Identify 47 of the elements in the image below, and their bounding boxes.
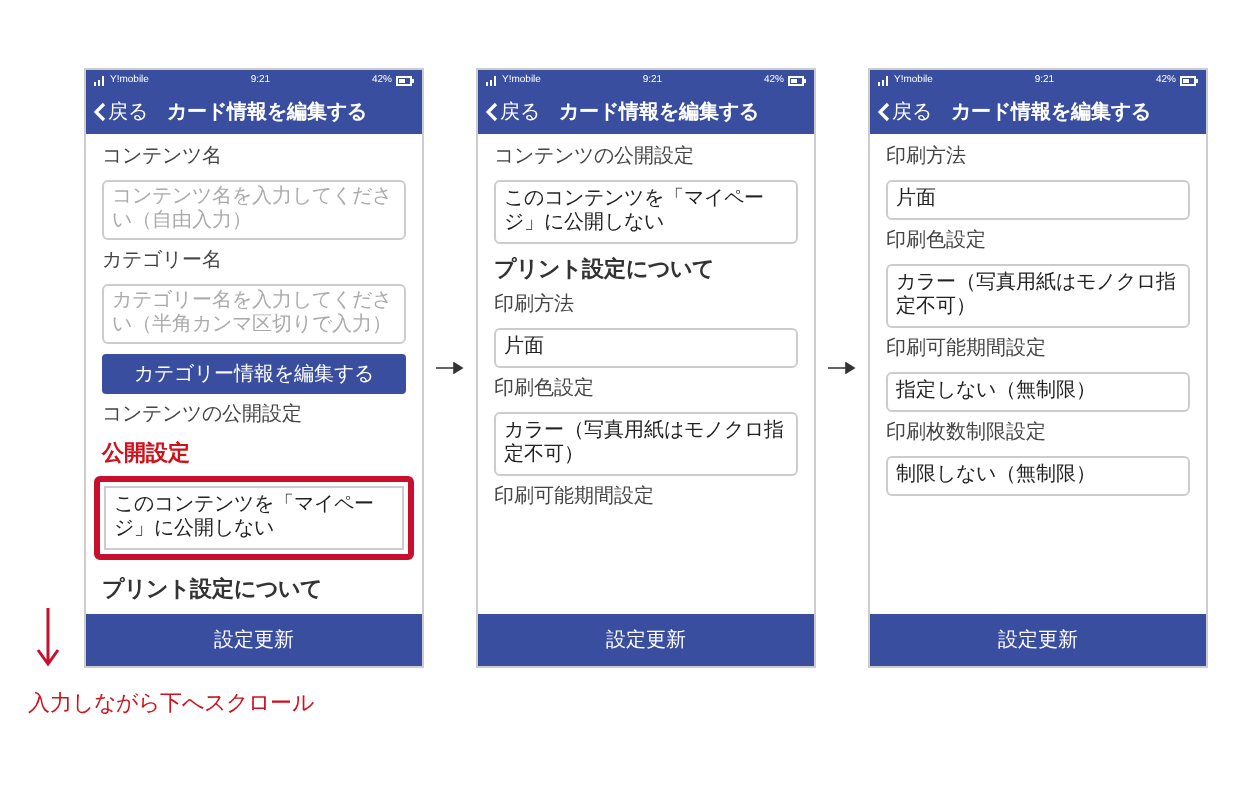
- back-link[interactable]: 戻る: [878, 98, 932, 126]
- select-field[interactable]: 片面: [886, 180, 1190, 220]
- select-field[interactable]: カラー（写真用紙はモノクロ指定不可）: [494, 412, 798, 476]
- field-label: 印刷方法: [886, 146, 968, 170]
- scroll-caption: 入力しながら下へスクロール: [28, 690, 314, 716]
- select-field[interactable]: 片面: [494, 328, 798, 368]
- chevron-left-icon: [878, 102, 890, 122]
- field-label: コンテンツの公開設定: [102, 404, 304, 428]
- update-button[interactable]: 設定更新: [478, 614, 814, 666]
- screen-title: カード情報を編集する: [165, 99, 369, 126]
- back-link[interactable]: 戻る: [486, 98, 540, 126]
- field-label: コンテンツの公開設定: [494, 146, 696, 170]
- section-heading: プリント設定について: [102, 574, 324, 604]
- select-field[interactable]: カラー（写真用紙はモノクロ指定不可）: [886, 264, 1190, 328]
- signal-icon: [94, 75, 106, 85]
- select-field[interactable]: 制限しない（無制限）: [886, 456, 1190, 496]
- signal-icon: [878, 75, 890, 85]
- right-arrow-icon: [828, 362, 856, 374]
- field-label: 印刷枚数制限設定: [886, 422, 1048, 446]
- input-field[interactable]: コンテンツ名を入力してください（自由入力）: [102, 180, 406, 240]
- right-arrow-icon: [436, 362, 464, 374]
- field-label: カテゴリー名: [102, 250, 224, 274]
- section-heading: プリント設定について: [494, 254, 716, 284]
- battery-icon: [787, 75, 806, 85]
- select-field[interactable]: このコンテンツを「マイページ」に公開しない: [94, 476, 414, 560]
- chevron-left-icon: [486, 102, 498, 122]
- edit-category-button[interactable]: カテゴリー情報を編集する: [102, 354, 406, 394]
- back-link[interactable]: 戻る: [94, 98, 148, 126]
- update-button[interactable]: 設定更新: [86, 614, 422, 666]
- screen-title: カード情報を編集する: [557, 99, 761, 126]
- field-label: コンテンツ名: [102, 146, 224, 170]
- screen-title: カード情報を編集する: [949, 99, 1153, 126]
- input-field[interactable]: カテゴリー名を入力してください（半角カンマ区切りで入力）: [102, 284, 406, 344]
- chevron-left-icon: [94, 102, 106, 122]
- update-button[interactable]: 設定更新: [870, 614, 1206, 666]
- field-label: 印刷可能期間設定: [886, 338, 1048, 362]
- select-field[interactable]: 指定しない（無制限）: [886, 372, 1190, 412]
- down-arrow-icon: [36, 608, 60, 668]
- callout-label: 公開設定: [102, 438, 192, 468]
- field-label: 印刷方法: [494, 294, 576, 318]
- field-label: 印刷可能期間設定: [494, 486, 656, 510]
- battery-icon: [1179, 75, 1198, 85]
- select-field[interactable]: このコンテンツを「マイページ」に公開しない: [494, 180, 798, 244]
- battery-icon: [395, 75, 414, 85]
- field-label: 印刷色設定: [886, 230, 988, 254]
- signal-icon: [486, 75, 498, 85]
- field-label: 印刷色設定: [494, 378, 596, 402]
